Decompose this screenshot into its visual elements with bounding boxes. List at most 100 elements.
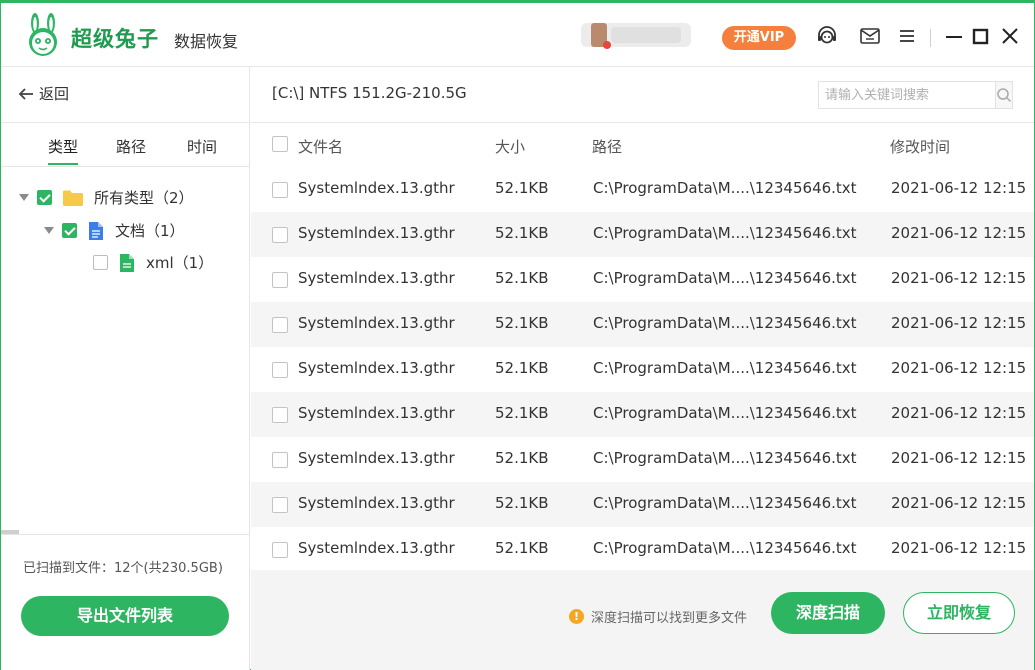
search-input[interactable] — [819, 82, 995, 108]
row-checkbox[interactable] — [272, 317, 288, 333]
cell-modified: 2021-06-12 12:15 — [891, 539, 1027, 557]
cell-path: C:\ProgramData\M....\12345646.txt — [593, 179, 857, 197]
cell-path: C:\ProgramData\M....\12345646.txt — [593, 314, 857, 332]
cell-file-name: Systemlndex.13.gthr — [298, 494, 455, 512]
column-header-name[interactable]: 文件名 — [298, 136, 343, 157]
tree-item-documents[interactable]: 文档（1） — [44, 220, 185, 241]
row-checkbox[interactable] — [272, 272, 288, 288]
table-row[interactable]: Systemlndex.13.gthr 52.1KB C:\ProgramData\… — [251, 437, 1034, 482]
cell-file-name: Systemlndex.13.gthr — [298, 269, 455, 287]
message-icon[interactable] — [858, 24, 882, 48]
cell-size: 52.1KB — [495, 404, 549, 422]
cell-file-name: Systemlndex.13.gthr — [298, 359, 455, 377]
column-header-size[interactable]: 大小 — [495, 136, 525, 157]
cell-size: 52.1KB — [495, 314, 549, 332]
user-avatar[interactable] — [581, 19, 699, 51]
cell-path: C:\ProgramData\M....\12345646.txt — [593, 449, 857, 467]
app-window: 超级兔子 数据恢复 开通VIP 返回 类型 路径 时间 所有类型（2） 文档（1… — [0, 0, 1035, 670]
support-icon[interactable] — [815, 24, 839, 48]
cell-path: C:\ProgramData\M....\12345646.txt — [593, 404, 857, 422]
row-checkbox[interactable] — [272, 362, 288, 378]
vip-button[interactable]: 开通VIP — [722, 26, 796, 50]
table-row[interactable]: Systemlndex.13.gthr 52.1KB C:\ProgramData\… — [251, 482, 1034, 527]
column-header-modified[interactable]: 修改时间 — [890, 136, 950, 157]
back-label: 返回 — [39, 85, 70, 103]
warning-icon: ! — [569, 609, 584, 624]
cell-modified: 2021-06-12 12:15 — [891, 494, 1027, 512]
cell-modified: 2021-06-12 12:15 — [891, 359, 1027, 377]
cell-path: C:\ProgramData\M....\12345646.txt — [593, 224, 857, 242]
tree-item-xml[interactable]: xml（1） — [93, 252, 213, 273]
deep-scan-button[interactable]: 深度扫描 — [771, 592, 885, 634]
search-button[interactable] — [995, 82, 1012, 108]
back-button[interactable]: 返回 — [17, 83, 69, 104]
cell-file-name: Systemlndex.13.gthr — [298, 314, 455, 332]
cell-path: C:\ProgramData\M....\12345646.txt — [593, 269, 857, 287]
titlebar-divider — [930, 29, 931, 47]
divider — [1, 534, 249, 535]
checkbox-xml[interactable] — [93, 255, 108, 270]
cell-file-name: Systemlndex.13.gthr — [298, 224, 455, 242]
cell-size: 52.1KB — [495, 179, 549, 197]
cell-size: 52.1KB — [495, 269, 549, 287]
checkbox-documents[interactable] — [62, 223, 77, 238]
close-icon[interactable] — [998, 24, 1022, 48]
table-row[interactable]: Systemlndex.13.gthr 52.1KB C:\ProgramData\… — [251, 302, 1034, 347]
checkbox-all-types[interactable] — [37, 190, 52, 205]
sidebar: 返回 类型 路径 时间 所有类型（2） 文档（1） xml（1） 已扫描到文件：… — [1, 67, 250, 670]
search-box — [818, 81, 1013, 109]
column-header-path[interactable]: 路径 — [592, 136, 622, 157]
filter-tabs: 类型 路径 时间 — [1, 123, 249, 167]
table-row[interactable]: Systemlndex.13.gthr 52.1KB C:\ProgramData\… — [251, 392, 1034, 437]
menu-icon[interactable] — [895, 24, 919, 48]
table-row[interactable]: Systemlndex.13.gthr 52.1KB C:\ProgramData\… — [251, 212, 1034, 257]
minimize-icon[interactable] — [942, 24, 966, 48]
active-tab-indicator — [48, 163, 78, 165]
cell-modified: 2021-06-12 12:15 — [891, 269, 1027, 287]
row-checkbox[interactable] — [272, 407, 288, 423]
row-checkbox[interactable] — [272, 227, 288, 243]
tree-label-documents: 文档（1） — [115, 222, 185, 240]
cell-modified: 2021-06-12 12:15 — [891, 404, 1027, 422]
action-footer: ! 深度扫描可以找到更多文件 深度扫描 立即恢复 — [251, 570, 1034, 670]
main-panel: [C:\] NTFS 151.2G-210.5G 文件名 大小 路径 修改时间 … — [251, 67, 1034, 670]
rabbit-logo-icon — [29, 13, 57, 56]
row-checkbox[interactable] — [272, 542, 288, 558]
row-checkbox[interactable] — [272, 182, 288, 198]
cell-path: C:\ProgramData\M....\12345646.txt — [593, 359, 857, 377]
tree-label-all-types: 所有类型（2） — [94, 189, 194, 207]
table-row[interactable]: Systemlndex.13.gthr 52.1KB C:\ProgramData\… — [251, 167, 1034, 212]
title-bar: 超级兔子 数据恢复 开通VIP — [1, 3, 1034, 67]
cell-size: 52.1KB — [495, 359, 549, 377]
table-row[interactable]: Systemlndex.13.gthr 52.1KB C:\ProgramData\… — [251, 347, 1034, 392]
arrow-left-icon — [18, 87, 33, 100]
tab-path[interactable]: 路径 — [116, 136, 146, 157]
export-file-list-button[interactable]: 导出文件列表 — [21, 596, 229, 636]
cell-size: 52.1KB — [495, 494, 549, 512]
table-row[interactable]: Systemlndex.13.gthr 52.1KB C:\ProgramData\… — [251, 257, 1034, 302]
current-path: [C:\] NTFS 151.2G-210.5G — [272, 84, 467, 102]
cell-path: C:\ProgramData\M....\12345646.txt — [593, 494, 857, 512]
table-row[interactable]: Systemlndex.13.gthr 52.1KB C:\ProgramData\… — [251, 527, 1034, 572]
expand-caret-icon[interactable] — [19, 194, 29, 201]
cell-file-name: Systemlndex.13.gthr — [298, 449, 455, 467]
tree-item-all-types[interactable]: 所有类型（2） — [19, 187, 194, 208]
cell-size: 52.1KB — [495, 539, 549, 557]
recover-now-button[interactable]: 立即恢复 — [903, 592, 1015, 634]
folder-icon — [63, 190, 83, 206]
cell-size: 52.1KB — [495, 224, 549, 242]
product-name: 数据恢复 — [174, 32, 239, 51]
cell-file-name: Systemlndex.13.gthr — [298, 539, 455, 557]
maximize-icon[interactable] — [969, 24, 993, 48]
document-icon — [89, 221, 103, 240]
tab-time[interactable]: 时间 — [187, 136, 217, 157]
row-checkbox[interactable] — [272, 452, 288, 468]
tab-type[interactable]: 类型 — [48, 136, 78, 157]
row-checkbox[interactable] — [272, 497, 288, 513]
table-header: 文件名 大小 路径 修改时间 — [251, 123, 1034, 167]
cell-modified: 2021-06-12 12:15 — [891, 179, 1027, 197]
scan-count-text: 已扫描到文件：12个(共230.5GB) — [23, 561, 223, 576]
select-all-checkbox[interactable] — [272, 136, 288, 152]
expand-caret-icon[interactable] — [44, 227, 54, 234]
cell-size: 52.1KB — [495, 449, 549, 467]
